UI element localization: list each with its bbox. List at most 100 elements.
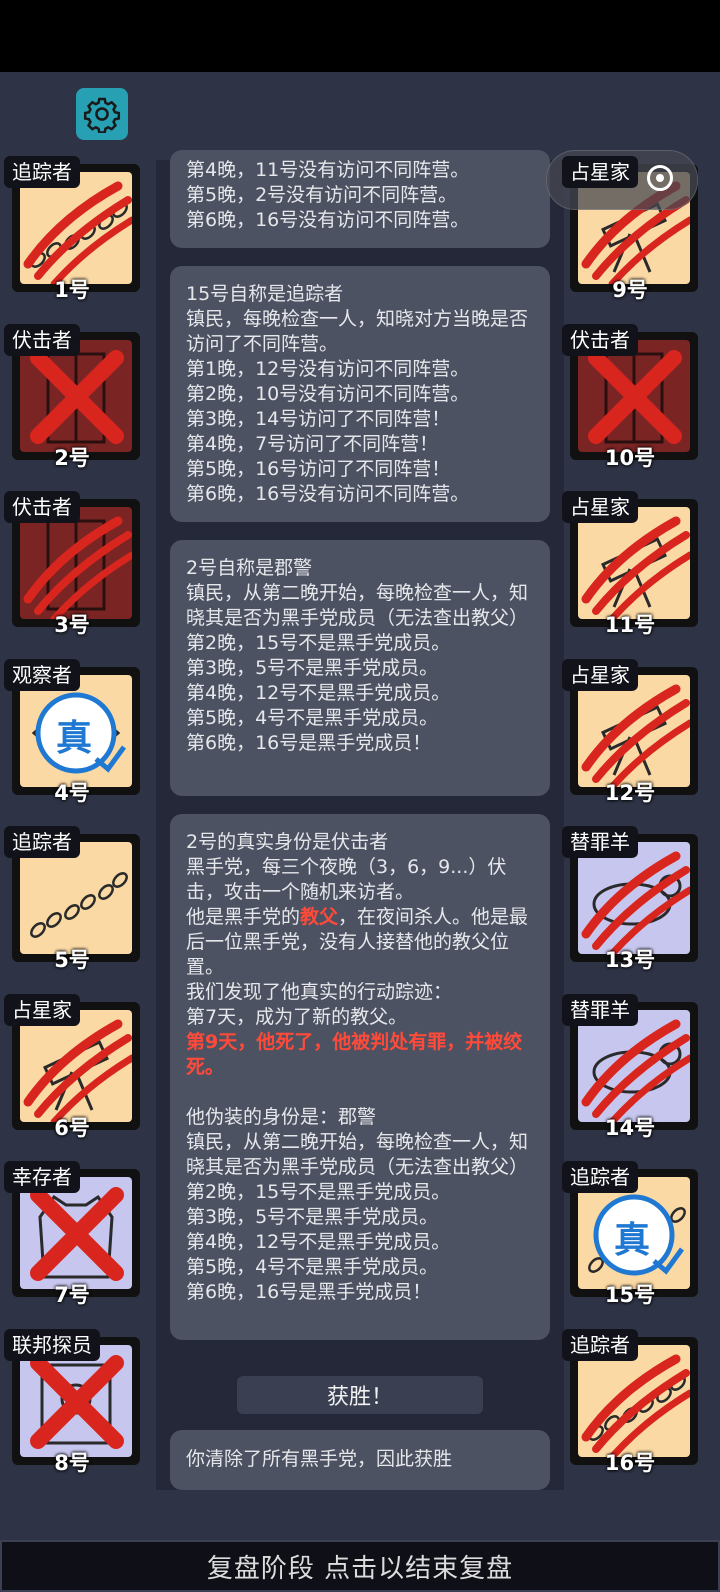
- player-number: 1号: [54, 278, 90, 302]
- player-card[interactable]: 占星家 6号: [4, 993, 140, 1140]
- true-badge-text: 真: [614, 1220, 651, 1261]
- player-number: 10号: [604, 445, 656, 470]
- gear-icon: [83, 97, 121, 133]
- settings-button[interactable]: [76, 88, 128, 140]
- role-label: 追踪者: [4, 826, 80, 858]
- role-label: 联邦探员: [4, 1328, 100, 1361]
- log-line: 第4晚，7号访问了不同阵营！: [186, 433, 439, 455]
- log-line: 第6晚，16号是黑手党成员！: [186, 1281, 432, 1303]
- log-line: 第5晚，4号不是黑手党成员。: [186, 1256, 439, 1278]
- log-line: 第5晚，4号不是黑手党成员。: [186, 707, 439, 729]
- player-card[interactable]: 伏击者 10号: [562, 323, 698, 470]
- player-card[interactable]: 幸存者 7号: [4, 1161, 140, 1307]
- player-card[interactable]: 替罪羊 13号: [562, 826, 698, 972]
- log-entry-1: 第4晚，11号没有访问不同阵营。 第5晚，2号没有访问不同阵营。 第6晚，16号…: [170, 150, 550, 248]
- role-label: 占星家: [562, 156, 638, 188]
- log-line: 镇民，每晚检查一人，知晓对方当晚是否访问了不同阵营。: [186, 308, 529, 355]
- log-line: 第3晚，5号不是黑手党成员。: [186, 1206, 439, 1228]
- player-number: 12号: [604, 780, 656, 805]
- door-icon: [20, 507, 132, 619]
- player-card[interactable]: 真 追踪者 15号: [562, 1161, 698, 1307]
- log-line: 第4晚，12号不是黑手党成员。: [186, 1231, 451, 1253]
- log-line: 第6晚，16号没有访问不同阵营。: [186, 209, 470, 231]
- log-title: 2号的真实身份是伏击者: [186, 831, 389, 853]
- role-label: 占星家: [562, 658, 638, 691]
- badge-icon: [20, 1344, 132, 1457]
- role-label: 伏击者: [4, 491, 80, 523]
- role-label: 伏击者: [562, 323, 638, 356]
- log-line: 第2晚，15号不是黑手党成员。: [186, 1181, 451, 1203]
- player-number: 3号: [54, 613, 90, 637]
- footprints-icon: [578, 1344, 690, 1457]
- player-number: 11号: [604, 613, 656, 637]
- log-title: 15号自称是追踪者: [186, 283, 344, 305]
- telescope-icon: [20, 1009, 132, 1122]
- player-card[interactable]: 占星家 12号: [562, 658, 698, 805]
- victory-message: 你清除了所有黑手党，因此获胜: [170, 1430, 550, 1490]
- goat-icon: [578, 842, 690, 954]
- log-line: 第4晚，11号没有访问不同阵营。: [186, 159, 470, 181]
- player-number: 6号: [54, 1115, 90, 1140]
- player-card[interactable]: 伏击者 2号: [4, 323, 140, 470]
- role-label: 观察者: [4, 658, 80, 691]
- player-number: 15号: [604, 1283, 656, 1307]
- player-number: 7号: [54, 1283, 90, 1307]
- player-card[interactable]: 联邦探员 8号: [4, 1328, 140, 1475]
- role-label: 追踪者: [562, 1161, 638, 1193]
- log-title: 2号自称是郡警: [186, 557, 313, 579]
- player-number: 8号: [54, 1450, 90, 1475]
- door-icon: [578, 339, 690, 452]
- log-line: 第1晚，12号没有访问不同阵营。: [186, 358, 470, 380]
- log-entry-3: 2号自称是郡警 镇民，从第二晚开始，每晚检查一人，知晓其是否为黑手党成员（无法查…: [170, 540, 550, 796]
- player-number: 9号: [612, 278, 648, 302]
- log-line: 我们发现了他真实的行动踪迹：: [186, 981, 453, 1003]
- role-label: 追踪者: [562, 1328, 638, 1361]
- log-line: 第3晚，5号不是黑手党成员。: [186, 657, 439, 679]
- log-line-highlight: 第9天，他死了，他被判处有罪，并被绞死。: [186, 1031, 523, 1078]
- player-card[interactable]: 替罪羊 14号: [562, 993, 698, 1140]
- log-line: 第6晚，16号没有访问不同阵营。: [186, 483, 470, 505]
- player-number: 13号: [604, 948, 656, 972]
- telescope-icon: [578, 507, 690, 619]
- goat-icon: [578, 1009, 690, 1122]
- player-card[interactable]: 追踪者 1号: [4, 156, 140, 302]
- player-card[interactable]: 占星家 11号: [562, 491, 698, 637]
- status-bar: [0, 0, 720, 72]
- role-label: 替罪羊: [562, 826, 638, 858]
- eye-icon: 真: [20, 674, 132, 787]
- role-label: 幸存者: [4, 1161, 80, 1193]
- log-line: 第5晚，16号访问了不同阵营！: [186, 458, 451, 480]
- log-line: 镇民，从第二晚开始，每晚检查一人，知晓其是否为黑手党成员（无法查出教父）: [186, 1131, 529, 1178]
- role-label: 占星家: [562, 491, 638, 523]
- log-line: 第7天，成为了新的教父。: [186, 1006, 408, 1028]
- role-label: 伏击者: [4, 323, 80, 356]
- target-icon[interactable]: [647, 165, 673, 191]
- role-label: 替罪羊: [562, 993, 638, 1026]
- player-card[interactable]: 追踪者 5号: [4, 826, 140, 972]
- footprints-icon: [20, 172, 132, 284]
- log-line: 第5晚，2号没有访问不同阵营。: [186, 184, 458, 206]
- player-card[interactable]: 真 观察者 4号: [4, 658, 140, 805]
- player-card[interactable]: 追踪者 16号: [562, 1328, 698, 1475]
- player-card[interactable]: 伏击者 3号: [4, 491, 140, 637]
- log-line: 第3晚，14号访问了不同阵营！: [186, 408, 451, 430]
- log-line: 黑手党，每三个夜晚（3，6，9...）伏击，攻击一个随机来访者。: [186, 856, 507, 903]
- footprints-icon: [20, 842, 132, 954]
- door-icon: [20, 339, 132, 452]
- log-line: 第6晚，16号是黑手党成员！: [186, 732, 432, 754]
- footprints-icon: 真: [578, 1177, 690, 1289]
- log-line: 他是黑手党的教父，在夜间杀人。他是最后一位黑手党，没有人接替他的教父位置。: [186, 906, 529, 978]
- log-line: 第2晚，10号没有访问不同阵营。: [186, 383, 470, 405]
- victory-label: 获胜！: [237, 1376, 483, 1414]
- player-number: 16号: [604, 1450, 656, 1475]
- role-label: 追踪者: [4, 156, 80, 188]
- log-line: 他伪装的身份是：郡警: [186, 1106, 377, 1128]
- telescope-icon: [578, 674, 690, 787]
- log-line: 镇民，从第二晚开始，每晚检查一人，知晓其是否为黑手党成员（无法查出教父）: [186, 582, 529, 629]
- log-line: 第4晚，12号不是黑手党成员。: [186, 682, 451, 704]
- end-replay-button[interactable]: 复盘阶段 点击以结束复盘: [0, 1540, 720, 1592]
- log-entry-4: 2号的真实身份是伏击者 黑手党，每三个夜晚（3，6，9...）伏击，攻击一个随机…: [170, 814, 550, 1340]
- player-number: 2号: [54, 445, 90, 470]
- vest-icon: [20, 1177, 132, 1289]
- role-label: 占星家: [4, 993, 80, 1026]
